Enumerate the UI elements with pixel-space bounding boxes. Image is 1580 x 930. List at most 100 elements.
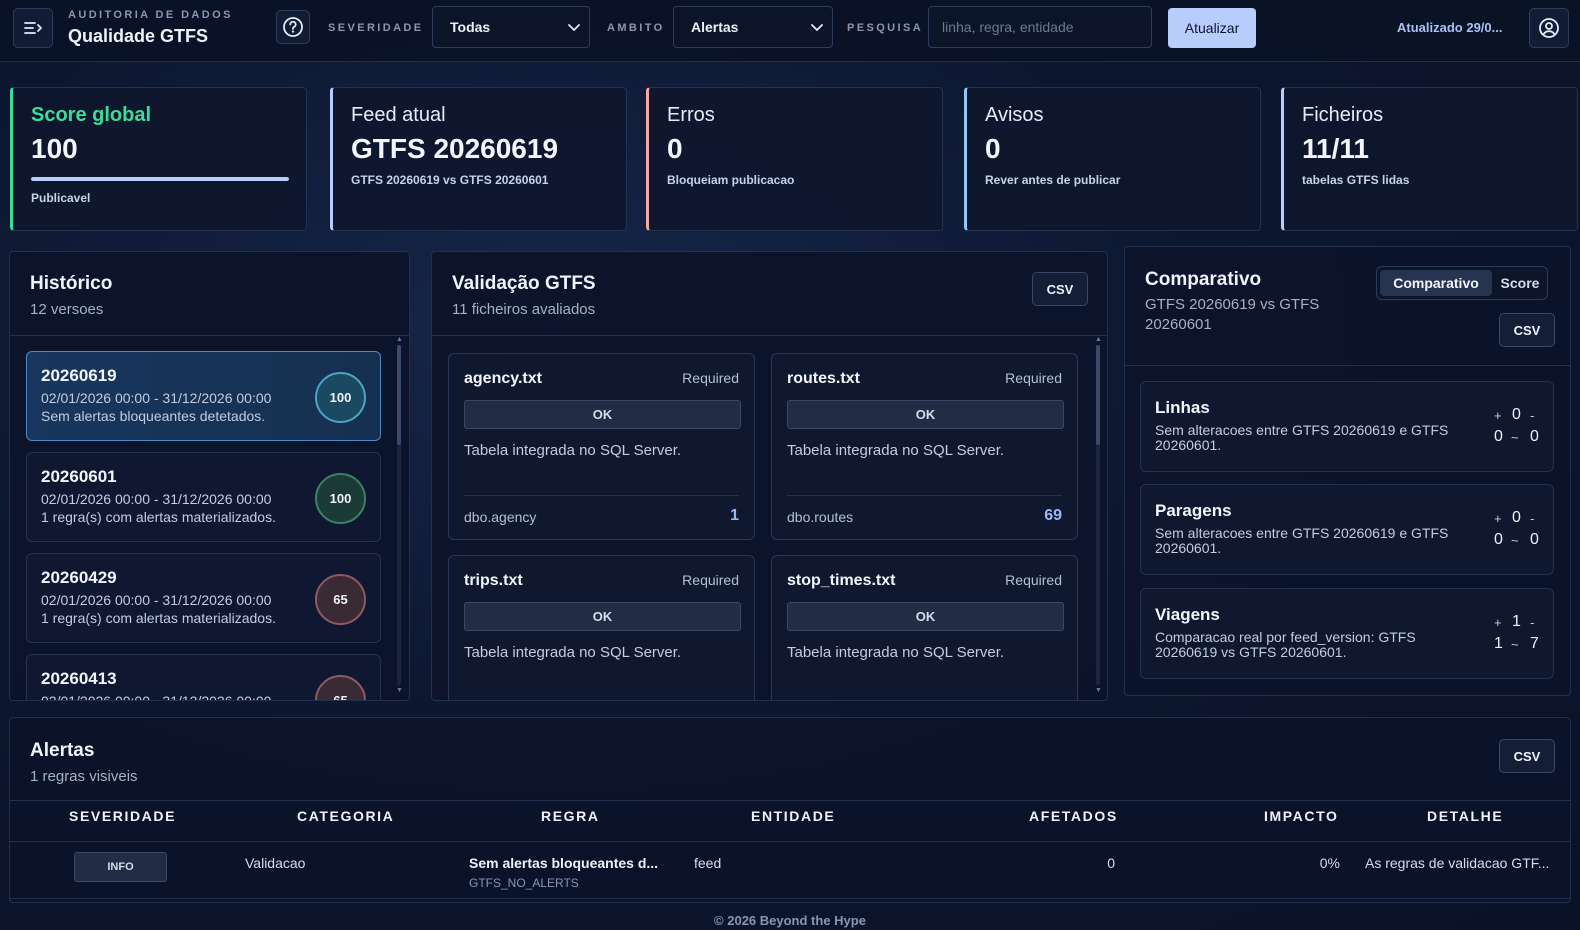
removed-symbol: - xyxy=(1530,615,1535,630)
compare-title: Comparativo xyxy=(1145,269,1262,290)
help-button[interactable] xyxy=(276,10,310,44)
kpi-value: 11/11 xyxy=(1302,133,1369,164)
compare-card-desc: Sem alteracoes entre GTFS 20260619 e GTF… xyxy=(1155,525,1449,556)
changed-count: 7 xyxy=(1530,635,1539,652)
scroll-up-icon[interactable]: ▲ xyxy=(396,336,403,343)
kpi-sub: Bloqueiam publicacao xyxy=(667,173,795,187)
alert-category: Validacao xyxy=(245,855,306,871)
column-header-regra[interactable]: REGRA xyxy=(541,808,600,824)
history-item[interactable]: 20260601 02/01/2026 00:00 - 31/12/2026 0… xyxy=(26,452,381,542)
removed-count: 0 xyxy=(1494,531,1503,548)
compare-card-desc: Comparacao real por feed_version: GTFS 20… xyxy=(1155,629,1416,660)
score-progress-fill xyxy=(31,177,289,181)
scroll-down-icon[interactable]: ▼ xyxy=(1095,687,1102,694)
kpi-avisos: Avisos 0 Rever antes de publicar xyxy=(964,87,1261,231)
brand-kicker: AUDITORIA DE DADOS xyxy=(68,9,233,21)
file-message: Tabela integrada no SQL Server. xyxy=(464,644,682,661)
removed-count: 1 xyxy=(1494,635,1503,652)
alert-rule-code: GTFS_NO_ALERTS xyxy=(469,876,579,890)
kpi-sub: Publicavel xyxy=(31,191,91,205)
validation-scroll-thumb[interactable] xyxy=(1096,345,1100,445)
file-card-agency[interactable]: agency.txt Required OK Tabela integrada … xyxy=(448,353,755,540)
file-card-stop-times[interactable]: stop_times.txt Required OK Tabela integr… xyxy=(771,555,1078,700)
column-header-impacto[interactable]: IMPACTO xyxy=(1264,808,1338,824)
user-menu-button[interactable] xyxy=(1529,8,1569,48)
kpi-value: GTFS 20260619 xyxy=(351,133,559,164)
brand-title: Qualidade GTFS xyxy=(68,26,209,46)
added-count: 0 xyxy=(1512,406,1521,423)
severity-select-value: Todas xyxy=(450,19,491,35)
file-status-badge: OK xyxy=(787,602,1064,631)
history-score-badge: 100 xyxy=(315,473,366,524)
history-item[interactable]: 20260429 02/01/2026 00:00 - 31/12/2026 0… xyxy=(26,553,381,643)
file-name: stop_times.txt xyxy=(787,572,896,589)
column-header-severidade[interactable]: SEVERIDADE xyxy=(69,808,176,824)
kpi-label: Score global xyxy=(31,104,152,126)
changed-symbol: ~ xyxy=(1511,637,1519,652)
file-requirement: Required xyxy=(682,572,739,588)
added-count: 0 xyxy=(1512,509,1521,526)
menu-toggle-button[interactable] xyxy=(13,8,53,48)
file-status-badge: OK xyxy=(464,602,741,631)
kpi-feed-atual: Feed atual GTFS 20260619 GTFS 20260619 v… xyxy=(330,87,627,231)
refresh-button[interactable]: Atualizar xyxy=(1168,8,1256,48)
file-name: routes.txt xyxy=(787,370,860,387)
severity-select[interactable]: Todas xyxy=(432,6,590,48)
file-table-name: dbo.routes xyxy=(787,509,854,525)
file-message: Tabela integrada no SQL Server. xyxy=(464,442,682,459)
compare-card-title: Paragens xyxy=(1155,501,1232,520)
search-input[interactable] xyxy=(928,6,1152,48)
column-header-detalhe[interactable]: DETALHE xyxy=(1427,808,1503,824)
added-symbol: + xyxy=(1494,511,1502,526)
history-scroll-thumb[interactable] xyxy=(397,345,401,445)
menu-collapse-icon xyxy=(24,22,42,34)
file-message: Tabela integrada no SQL Server. xyxy=(787,442,1005,459)
changed-symbol: ~ xyxy=(1511,430,1519,445)
column-header-afetados[interactable]: AFETADOS xyxy=(1029,808,1118,824)
validation-subtitle: 11 ficheiros avaliados xyxy=(452,301,596,318)
kpi-score-global: Score global 100 Publicavel xyxy=(10,87,307,231)
compare-csv-button[interactable]: CSV xyxy=(1499,313,1555,347)
column-header-categoria[interactable]: CATEGORIA xyxy=(297,808,394,824)
search-label: PESQUISA xyxy=(847,22,924,34)
validation-csv-button[interactable]: CSV xyxy=(1032,272,1088,306)
file-name: agency.txt xyxy=(464,370,542,387)
scope-select-value: Alertas xyxy=(691,19,739,35)
file-requirement: Required xyxy=(682,370,739,386)
file-name: trips.txt xyxy=(464,572,523,589)
history-title: Histórico xyxy=(30,273,113,294)
file-card-routes[interactable]: routes.txt Required OK Tabela integrada … xyxy=(771,353,1078,540)
compare-subtitle-line1: GTFS 20260619 vs GTFS xyxy=(1145,296,1320,313)
scroll-up-icon[interactable]: ▲ xyxy=(1095,336,1102,343)
changed-count: 0 xyxy=(1530,531,1539,548)
scroll-down-icon[interactable]: ▼ xyxy=(396,687,403,694)
alerts-csv-button[interactable]: CSV xyxy=(1499,739,1555,773)
history-score-badge: 65 xyxy=(315,574,366,625)
file-requirement: Required xyxy=(1005,572,1062,588)
kpi-label: Feed atual xyxy=(351,104,446,126)
column-header-entidade[interactable]: ENTIDADE xyxy=(751,808,835,824)
file-status-badge: OK xyxy=(787,400,1064,429)
footer-copyright: © 2026 Beyond the Hype xyxy=(714,913,866,928)
scope-filter-label: AMBITO xyxy=(607,22,665,34)
toggle-comparativo[interactable]: Comparativo xyxy=(1380,270,1492,296)
alert-affected: 0 xyxy=(1107,855,1115,871)
kpi-sub: Rever antes de publicar xyxy=(985,173,1121,187)
alert-detail: As regras de validacao GTF... xyxy=(1365,855,1550,871)
updated-timestamp: Atualizado 29/0... xyxy=(1397,20,1503,35)
file-status-badge: OK xyxy=(464,400,741,429)
history-item[interactable]: 20260619 02/01/2026 00:00 - 31/12/2026 0… xyxy=(26,351,381,441)
history-score-badge: 100 xyxy=(315,372,366,423)
compare-card-linhas: Linhas Sem alteracoes entre GTFS 2026061… xyxy=(1140,381,1554,472)
file-table-name: dbo.agency xyxy=(464,509,537,525)
history-panel: Histórico 12 versoes 20260619 02/01/2026… xyxy=(9,251,410,701)
chevron-down-icon xyxy=(568,24,580,31)
scope-select[interactable]: Alertas xyxy=(673,6,833,48)
changed-symbol: ~ xyxy=(1511,533,1519,548)
compare-card-desc: Sem alteracoes entre GTFS 20260619 e GTF… xyxy=(1155,422,1449,453)
file-card-trips[interactable]: trips.txt Required OK Tabela integrada n… xyxy=(448,555,755,700)
history-item[interactable]: 20260413 02/01/2026 00:00 - 31/12/2026 0… xyxy=(26,654,381,700)
file-requirement: Required xyxy=(1005,370,1062,386)
toggle-score[interactable]: Score xyxy=(1495,270,1545,296)
chevron-down-icon xyxy=(811,24,823,31)
